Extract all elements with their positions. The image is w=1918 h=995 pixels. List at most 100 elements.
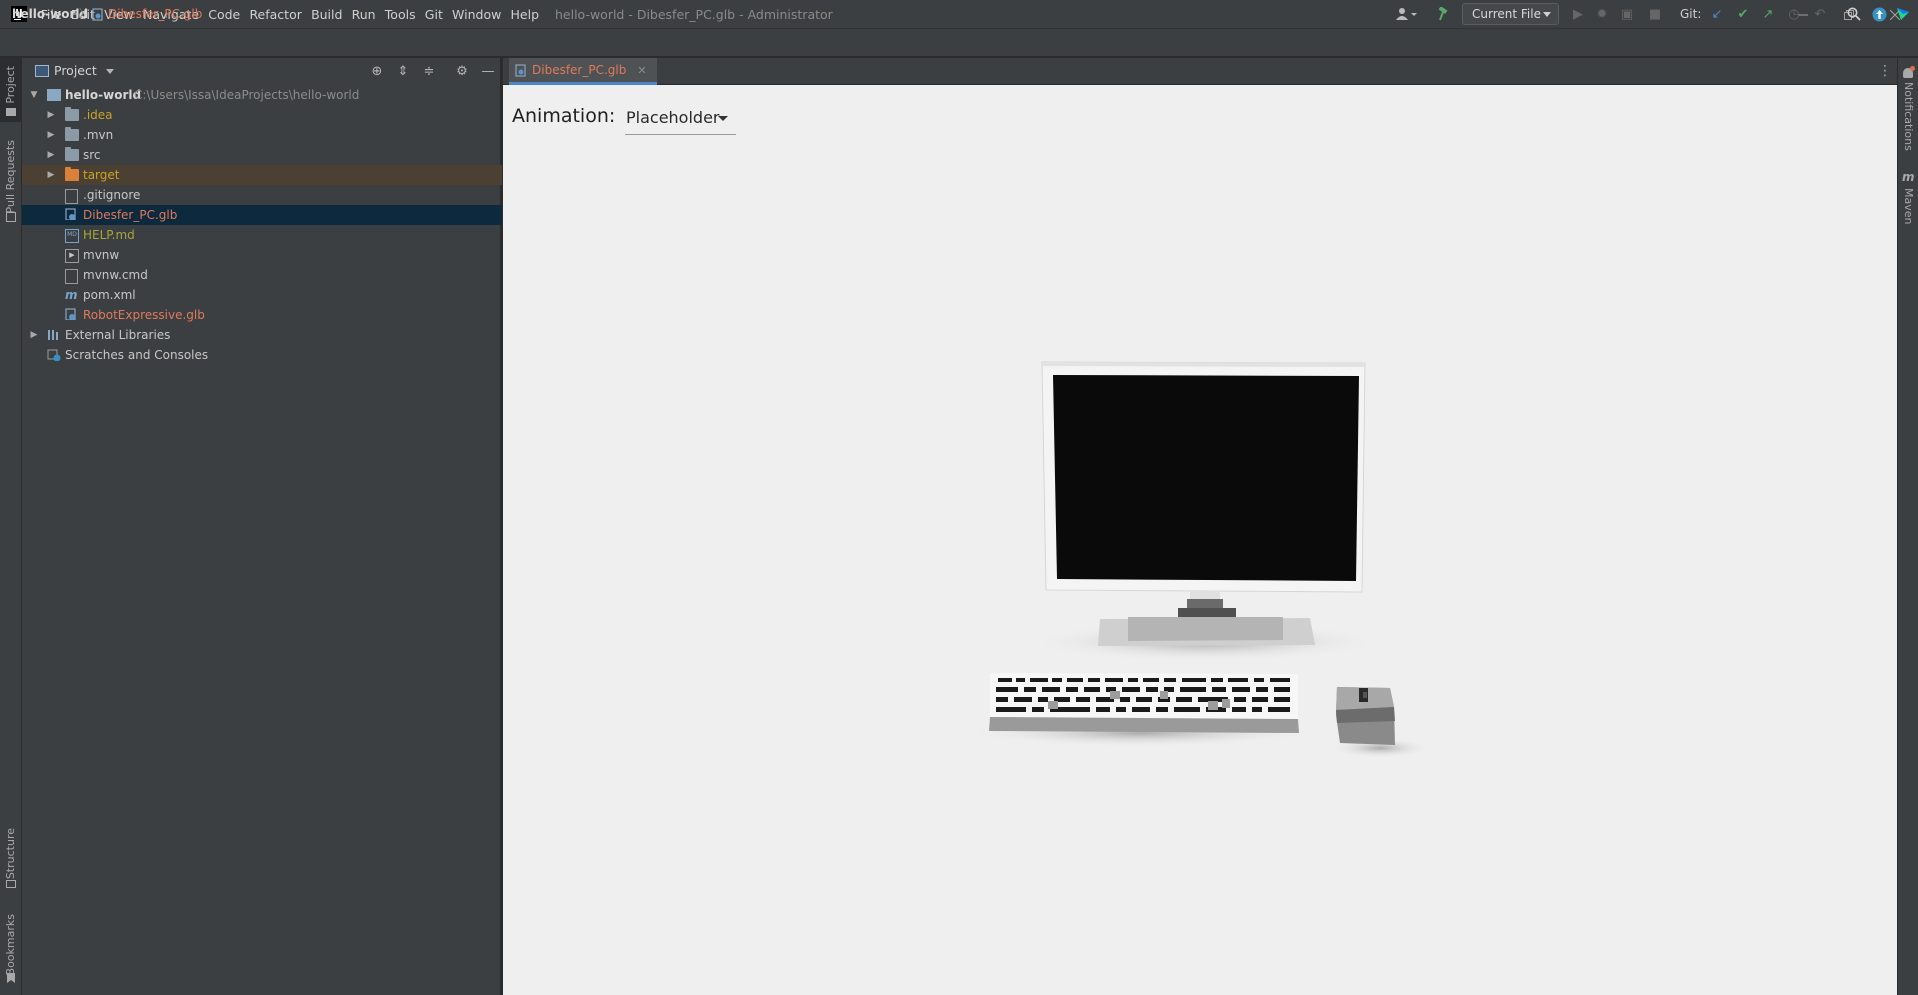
menu-run[interactable]: Run (347, 0, 380, 29)
notifications-tool-label[interactable]: Notifications (1902, 82, 1915, 151)
breadcrumb-file[interactable]: Dibesfer_PC.glb (92, 0, 202, 28)
select-opened-file-button[interactable]: ⊕ (367, 61, 387, 81)
run-configuration-select[interactable]: Current File (1462, 3, 1559, 25)
tree-item-gitignore[interactable]: .gitignore (22, 185, 502, 205)
animation-label: Animation: (512, 105, 616, 127)
tree-item-target[interactable]: ▶ target (22, 165, 502, 185)
monitor-screen (1053, 375, 1359, 581)
mouse (1336, 687, 1395, 745)
text-file-icon (65, 189, 78, 204)
expand-all-icon: ⇕ (397, 63, 409, 79)
keyboard (989, 673, 1299, 733)
tree-item-label: HELP.md (83, 228, 135, 242)
tree-item-mvnw-cmd[interactable]: mvnw.cmd (22, 265, 502, 285)
glb-file-icon (92, 7, 103, 21)
tree-item-scratches[interactable]: Scratches and Consoles (22, 345, 502, 365)
model-preview-canvas[interactable] (960, 355, 1440, 765)
tree-item-label: Scratches and Consoles (65, 348, 209, 362)
breadcrumb-project[interactable]: hello-world (12, 0, 88, 28)
more-options-icon[interactable]: ⋮ (1876, 58, 1894, 85)
project-view-icon (35, 65, 49, 77)
tree-item-label: External Libraries (65, 328, 171, 342)
pull-requests-tool-label[interactable]: Pull Requests (4, 140, 17, 213)
collapse-all-icon: ≑ (423, 63, 435, 79)
jetbrains-plugin-button[interactable] (1892, 4, 1914, 24)
chevron-down-icon[interactable] (106, 69, 114, 74)
scratches-icon (47, 349, 61, 361)
chevron-right-icon[interactable]: ▶ (28, 325, 40, 345)
coverage-button[interactable]: ▣ (1616, 4, 1638, 24)
tree-item-pom-xml[interactable]: m pom.xml (22, 285, 502, 305)
breadcrumb-separator: 〉 (79, 7, 90, 20)
window-title: hello-world - Dibesfer_PC.glb - Administ… (555, 7, 833, 22)
tree-root-path: C:\Users\Issa\IdeaProjects\hello-world (134, 88, 360, 102)
collapse-all-button[interactable]: ≑ (419, 61, 439, 81)
folder-icon (65, 147, 79, 161)
arrow-up-right-icon: ↗ (1762, 6, 1774, 22)
monitor (1041, 361, 1366, 646)
animation-select[interactable]: Placeholder (625, 106, 736, 135)
tree-item-dibesfer-pc-glb[interactable]: Dibesfer_PC.glb (22, 205, 502, 225)
menu-help[interactable]: Help (506, 0, 544, 29)
search-everywhere-button[interactable] (1843, 4, 1865, 24)
gear-icon: ⚙ (456, 63, 468, 79)
bookmarks-tool-label[interactable]: Bookmarks (4, 914, 17, 975)
tree-item-external-libraries[interactable]: ▶ External Libraries (22, 325, 502, 345)
pull-request-icon (6, 212, 16, 222)
navigation-bar (0, 29, 1918, 57)
tree-root-hello-world[interactable]: ▼ hello-world C:\Users\Issa\IdeaProjects… (22, 85, 502, 105)
menu-tools[interactable]: Tools (380, 0, 420, 29)
tab-dibesfer-pc-glb[interactable]: Dibesfer_PC.glb ✕ (509, 58, 657, 85)
git-push-button[interactable]: ↗ (1757, 4, 1779, 24)
tab-label: Dibesfer_PC.glb (532, 62, 627, 77)
tree-item-label: pom.xml (83, 288, 136, 302)
menu-code[interactable]: Code (204, 0, 245, 29)
ide-update-button[interactable] (1868, 4, 1890, 24)
git-commit-button[interactable]: ✔ (1732, 4, 1754, 24)
close-icon[interactable]: ✕ (637, 57, 646, 84)
expand-all-button[interactable]: ⇕ (393, 61, 413, 81)
tree-item-label: mvnw.cmd (83, 268, 148, 282)
chevron-right-icon[interactable]: ▶ (45, 105, 57, 125)
tree-item-src[interactable]: ▶ src (22, 145, 502, 165)
tree-item-mvn[interactable]: ▶ .mvn (22, 125, 502, 145)
run-button[interactable]: ▶ (1567, 4, 1589, 24)
notification-badge (1910, 66, 1915, 71)
chevron-right-icon[interactable]: ▶ (45, 165, 57, 185)
debug-button[interactable]: ✹ (1591, 4, 1613, 24)
chevron-right-icon[interactable]: ▶ (45, 145, 57, 165)
account-button[interactable] (1391, 4, 1423, 24)
panel-options-button[interactable]: ⚙ (452, 61, 472, 81)
maven-tool-label[interactable]: Maven (1902, 188, 1915, 224)
tree-item-robotexpressive-glb[interactable]: RobotExpressive.glb (22, 305, 502, 325)
build-button[interactable] (1433, 4, 1455, 24)
stop-button[interactable]: ■ (1644, 4, 1666, 24)
tree-item-mvnw[interactable]: ▶ mvnw (22, 245, 502, 265)
undo-icon: ↶ (1814, 6, 1826, 22)
tree-item-label: Dibesfer_PC.glb (83, 208, 178, 222)
git-history-button[interactable]: ◷ (1783, 4, 1805, 24)
chevron-down-icon[interactable]: ▼ (28, 85, 40, 105)
play-icon: ▶ (1573, 6, 1583, 22)
clock-icon: ◷ (1788, 6, 1800, 22)
user-icon (1396, 8, 1417, 20)
menu-git[interactable]: Git (420, 0, 447, 29)
structure-tool-label[interactable]: Structure (4, 828, 17, 879)
project-tool-label[interactable]: Project (4, 66, 17, 104)
menu-window[interactable]: Window (447, 0, 505, 29)
minimize-icon: — (481, 63, 495, 79)
tree-item-label: mvnw (83, 248, 120, 262)
tree-item-idea[interactable]: ▶ .idea (22, 105, 502, 125)
menu-refactor[interactable]: Refactor (245, 0, 307, 29)
chevron-right-icon[interactable]: ▶ (45, 125, 57, 145)
hide-panel-button[interactable]: — (478, 61, 498, 81)
git-update-button[interactable]: ↙ (1706, 4, 1728, 24)
tree-item-label: src (83, 148, 101, 162)
excluded-folder-icon (65, 167, 79, 181)
git-rollback-button[interactable]: ↶ (1809, 4, 1831, 24)
tree-item-help-md[interactable]: MD HELP.md (22, 225, 502, 245)
tree-item-label: .gitignore (83, 188, 141, 202)
menu-build[interactable]: Build (306, 0, 347, 29)
module-folder-icon (47, 89, 61, 101)
project-panel-title[interactable]: Project (54, 58, 97, 84)
